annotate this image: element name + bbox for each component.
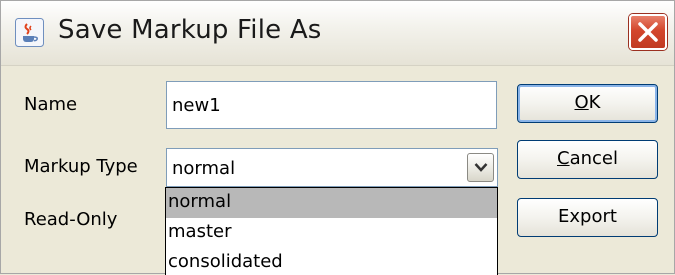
cancel-button[interactable]: Cancel — [517, 140, 658, 179]
title-bar[interactable]: Save Markup File As — [1, 1, 674, 66]
read-only-label: Read-Only — [24, 209, 118, 230]
ok-mnemonic: O — [574, 92, 589, 113]
cancel-label-rest: ancel — [569, 148, 618, 169]
export-button[interactable]: Export — [517, 198, 658, 237]
dropdown-option-consolidated[interactable]: consolidated — [166, 248, 497, 275]
markup-type-label: Markup Type — [24, 156, 138, 177]
cancel-mnemonic: C — [557, 148, 570, 169]
dropdown-option-normal[interactable]: normal — [166, 188, 497, 218]
name-input[interactable]: new1 — [166, 81, 497, 129]
markup-type-value: normal — [172, 158, 236, 179]
dropdown-arrow-button[interactable] — [467, 153, 494, 182]
name-label: Name — [24, 94, 78, 115]
dropdown-option-master[interactable]: master — [166, 218, 497, 248]
markup-type-dropdown-list: normal master consolidated — [165, 187, 498, 275]
java-cup-icon — [15, 18, 44, 47]
ok-button[interactable]: OK — [517, 84, 658, 123]
window-title: Save Markup File As — [58, 15, 322, 45]
markup-type-select[interactable]: normal — [166, 148, 498, 187]
ok-label-rest: K — [588, 92, 601, 113]
save-markup-dialog: Save Markup File As Name new1 Markup Typ… — [0, 0, 675, 275]
close-button[interactable] — [629, 14, 667, 50]
